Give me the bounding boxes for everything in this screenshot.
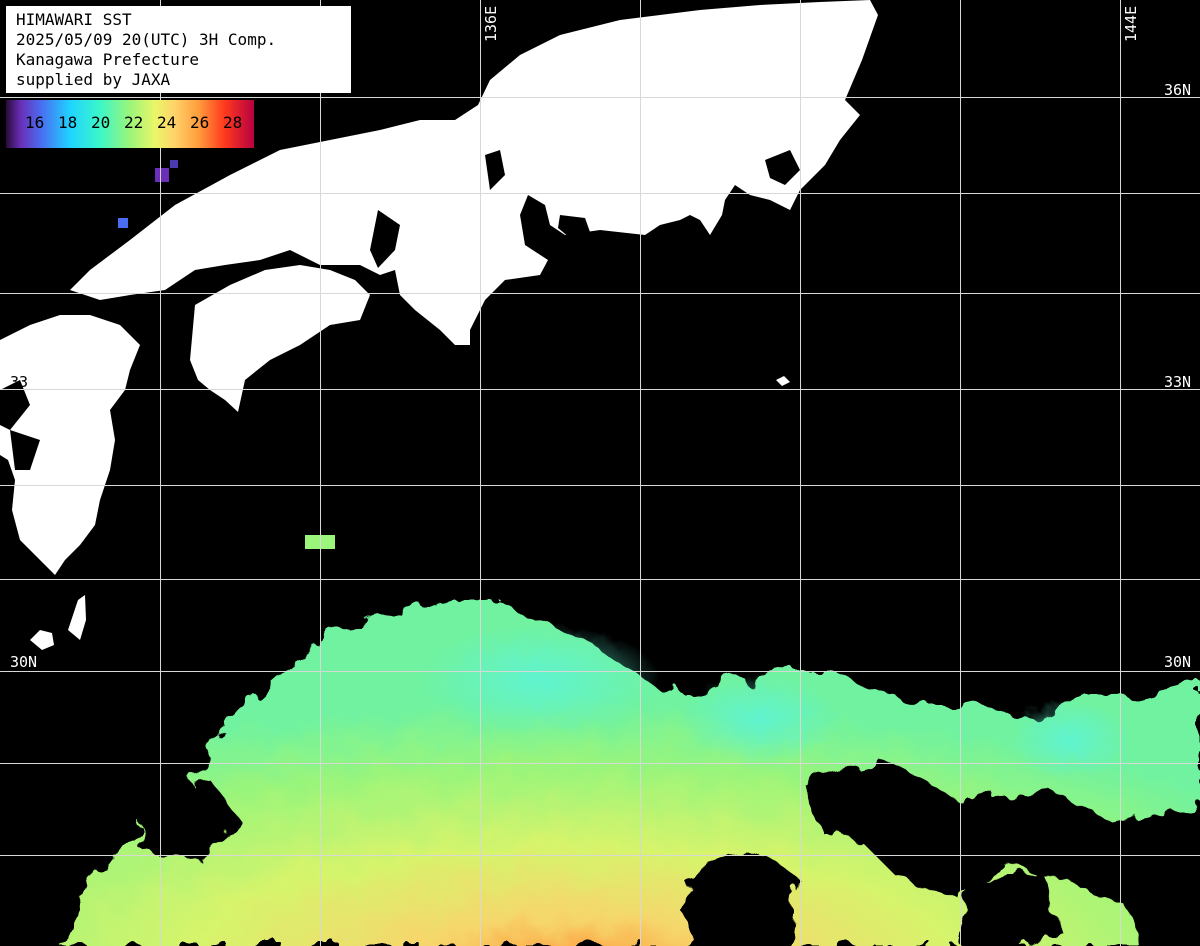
colorbar-tick: 24: [157, 113, 177, 132]
title-box: HIMAWARI SST 2025/05/09 20(UTC) 3H Comp.…: [6, 6, 351, 93]
colorbar-tick: 26: [190, 113, 210, 132]
colorbar-labels: 16 18 20 22 24 26 28: [6, 113, 254, 133]
colorbar-tick: 16: [25, 113, 45, 132]
title-line-datetime: 2025/05/09 20(UTC) 3H Comp.: [16, 30, 277, 49]
lon-label-144e: 144E: [1122, 5, 1140, 42]
lon-label-136e: 136E: [482, 5, 500, 42]
title-line-credit: supplied by JAXA: [16, 70, 171, 89]
lat-label-30n-left: 30N: [10, 653, 38, 671]
colorbar-tick: 28: [223, 113, 243, 132]
lat-label-33-left: 33: [10, 373, 29, 391]
colorbar-tick: 22: [124, 113, 144, 132]
title-line-agency: Kanagawa Prefecture: [16, 50, 200, 69]
lat-label-30n-right: 30N: [1164, 653, 1192, 671]
title-line-product: HIMAWARI SST: [16, 10, 132, 29]
temperature-colorbar: 16 18 20 22 24 26 28: [6, 100, 254, 148]
colorbar-tick: 18: [58, 113, 78, 132]
lat-label-33n: 33N: [1164, 373, 1192, 391]
colorbar-tick: 20: [91, 113, 111, 132]
lat-label-36n: 36N: [1164, 81, 1192, 99]
